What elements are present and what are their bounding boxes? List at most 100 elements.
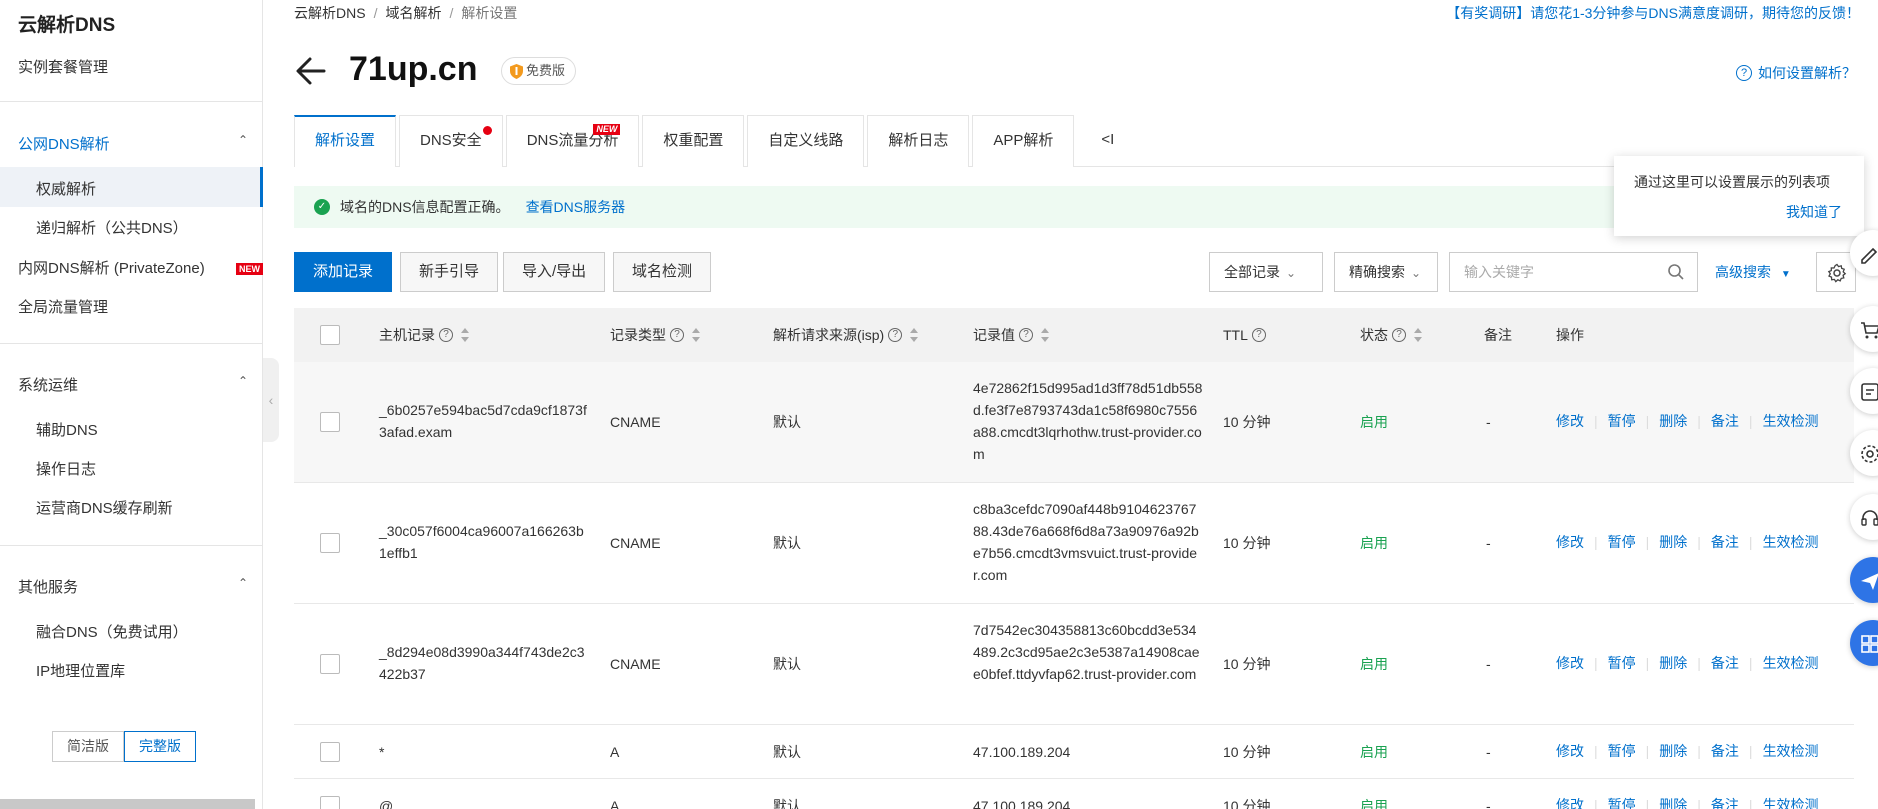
assistant-float-button[interactable] [1850,557,1878,603]
remark-button[interactable]: 备注 [1711,411,1739,431]
tab-dns-security[interactable]: DNS安全 [399,115,503,167]
sidebar-scrollbar[interactable] [0,799,255,809]
sidebar-group-ops[interactable]: 系统运维 ⌃ [18,374,248,395]
sort-icon[interactable] [461,328,469,342]
tab-resolve-settings[interactable]: 解析设置 [294,115,397,167]
edit-button[interactable]: 修改 [1556,795,1584,809]
help-icon[interactable]: ? [888,328,903,342]
help-icon[interactable]: ? [1392,328,1406,342]
domain-check-button[interactable]: 域名检测 [613,252,712,292]
search-mode-select[interactable]: 精确搜索 ⌄ [1334,252,1438,292]
remark-button[interactable]: 备注 [1711,532,1739,552]
check-button[interactable]: 生效检测 [1763,795,1819,809]
search-input[interactable]: 输入关键字 [1449,252,1698,292]
row-checkbox[interactable] [320,533,340,553]
sidebar-item-ip-geo[interactable]: IP地理位置库 [36,660,125,681]
pause-button[interactable]: 暂停 [1608,741,1636,761]
sidebar-item-isp-refresh[interactable]: 运营商DNS缓存刷新 [36,497,173,518]
cell-type: CNAME [610,656,661,672]
pause-button[interactable]: 暂停 [1608,795,1636,809]
edit-button[interactable]: 修改 [1556,741,1584,761]
sidebar-item-aux-dns[interactable]: 辅助DNS [36,419,98,440]
sidebar-collapse-handle[interactable]: ‹ [263,358,279,442]
simple-version-button[interactable]: 简洁版 [52,731,124,762]
survey-link[interactable]: 【有奖调研】请您花1-3分钟参与DNS满意度调研，期待您的反馈！ [1446,3,1860,23]
pause-button[interactable]: 暂停 [1608,532,1636,552]
sort-icon[interactable] [1041,328,1049,342]
view-dns-servers-link[interactable]: 查看DNS服务器 [526,197,626,217]
delete-button[interactable]: 删除 [1659,741,1687,761]
breadcrumb-root[interactable]: 云解析DNS [294,5,366,21]
check-button[interactable]: 生效检测 [1763,653,1819,673]
sidebar-item-instance[interactable]: 实例套餐管理 [18,56,108,77]
edit-button[interactable]: 修改 [1556,653,1584,673]
help-icon[interactable]: ? [1019,328,1033,342]
help-icon[interactable]: ? [670,328,684,342]
tab-app-resolve[interactable]: APP解析 [972,115,1075,167]
notice-text: 域名的DNS信息配置正确。 [340,199,510,215]
doc-float-button[interactable] [1850,368,1878,414]
tab-dns-traffic[interactable]: DNS流量分析 NEW [505,115,640,167]
pause-button[interactable]: 暂停 [1608,411,1636,431]
edit-button[interactable]: 修改 [1556,532,1584,552]
beginner-guide-button[interactable]: 新手引导 [400,252,499,292]
row-checkbox[interactable] [320,412,340,432]
remark-button[interactable]: 备注 [1711,741,1739,761]
caret-down-icon: ▼ [1780,269,1791,280]
sidebar-item-private-zone[interactable]: 内网DNS解析 (PrivateZone) [18,257,205,278]
col-host[interactable]: 主机记录? [379,308,469,362]
import-export-button[interactable]: 导入/导出 [503,252,606,292]
pause-button[interactable]: 暂停 [1608,653,1636,673]
col-status[interactable]: 状态? [1360,308,1422,362]
sidebar-item-authoritative[interactable]: 权威解析 [36,178,96,199]
got-it-link[interactable]: 我知道了 [1786,202,1842,222]
settings-float-button[interactable] [1850,430,1878,476]
sidebar-item-op-log[interactable]: 操作日志 [36,458,96,479]
check-button[interactable]: 生效检测 [1763,741,1819,761]
full-version-button[interactable]: 完整版 [124,731,196,762]
search-icon[interactable] [1667,263,1685,281]
sidebar-group-other[interactable]: 其他服务 ⌃ [18,576,248,597]
sidebar-item-recursive[interactable]: 递归解析（公共DNS） [36,217,188,238]
delete-button[interactable]: 删除 [1659,532,1687,552]
row-checkbox[interactable] [320,654,340,674]
back-arrow-icon[interactable] [294,52,328,90]
sidebar-group-public-dns[interactable]: 公网DNS解析 ⌃ [18,133,248,154]
remark-button[interactable]: 备注 [1711,795,1739,809]
col-type[interactable]: 记录类型? [610,308,700,362]
row-checkbox[interactable] [320,742,340,762]
record-filter-select[interactable]: 全部记录 ⌄ [1209,252,1323,292]
howto-link[interactable]: ? 如何设置解析？ [1736,63,1856,83]
support-float-button[interactable] [1850,494,1878,540]
row-checkbox[interactable] [320,796,340,809]
add-record-button[interactable]: 添加记录 [294,252,393,292]
col-value[interactable]: 记录值? [973,308,1049,362]
cell-ttl: 10 分钟 [1223,744,1271,760]
remark-button[interactable]: 备注 [1711,653,1739,673]
tab-weight-config[interactable]: 权重配置 [642,115,745,167]
sort-icon[interactable] [1414,328,1422,342]
sort-icon[interactable] [910,328,919,342]
tab-custom-line[interactable]: 自定义线路 [747,115,865,167]
cart-float-button[interactable] [1850,306,1878,352]
cart-icon [1861,322,1878,339]
advanced-search-toggle[interactable]: 高级搜索 ▼ [1715,262,1791,282]
sidebar-item-fusion-dns[interactable]: 融合DNS（免费试用） [36,621,188,642]
breadcrumb-mid[interactable]: 域名解析 [385,5,441,21]
apps-float-button[interactable] [1850,620,1878,666]
sort-icon[interactable] [692,328,700,342]
help-icon[interactable]: ? [1251,328,1266,342]
edit-button[interactable]: 修改 [1556,411,1584,431]
check-button[interactable]: 生效检测 [1763,532,1819,552]
select-all-checkbox[interactable] [320,325,340,345]
check-button[interactable]: 生效检测 [1763,411,1819,431]
tab-collapse-button[interactable]: <I [1077,115,1138,167]
delete-button[interactable]: 删除 [1659,795,1687,809]
pipe-separator: | [1645,797,1650,809]
tab-resolve-log[interactable]: 解析日志 [867,115,970,167]
sidebar-item-global-traffic[interactable]: 全局流量管理 [18,296,108,317]
col-isp[interactable]: 解析请求来源(isp)? [773,308,919,362]
delete-button[interactable]: 删除 [1659,653,1687,673]
help-icon[interactable]: ? [439,328,453,342]
delete-button[interactable]: 删除 [1659,411,1687,431]
